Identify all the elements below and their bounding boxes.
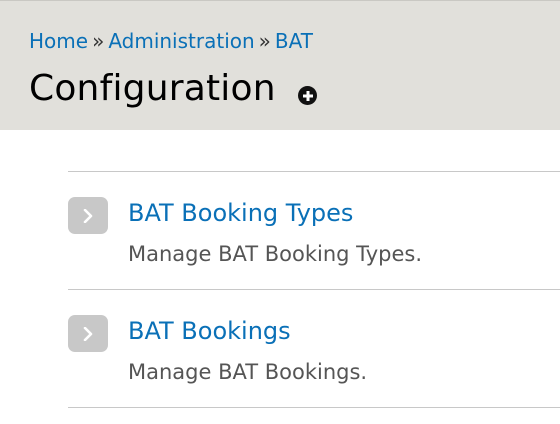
page-header: Home» Administration» BAT Configuration <box>0 0 560 130</box>
list-item: BAT Bookings Manage BAT Bookings. <box>68 290 560 407</box>
list-item-link[interactable]: BAT Bookings <box>128 317 291 345</box>
expand-arrow-button[interactable] <box>68 315 108 352</box>
divider <box>68 407 560 408</box>
expand-arrow-button[interactable] <box>68 197 108 234</box>
breadcrumb-separator: » <box>92 29 105 53</box>
page-title: Configuration <box>29 68 276 109</box>
breadcrumb: Home» Administration» BAT <box>29 29 313 53</box>
add-shortcut-icon[interactable] <box>298 86 317 105</box>
chevron-right-icon <box>83 209 93 223</box>
admin-list: BAT Booking Types Manage BAT Booking Typ… <box>68 171 560 408</box>
chevron-right-icon <box>83 327 93 341</box>
list-item-link[interactable]: BAT Booking Types <box>128 199 353 227</box>
breadcrumb-administration-link[interactable]: Administration <box>108 29 254 53</box>
breadcrumb-bat-link[interactable]: BAT <box>275 29 313 53</box>
breadcrumb-separator: » <box>258 29 271 53</box>
list-item-description: Manage BAT Bookings. <box>128 360 368 384</box>
breadcrumb-home-link[interactable]: Home <box>29 29 88 53</box>
list-item: BAT Booking Types Manage BAT Booking Typ… <box>68 172 560 289</box>
list-item-description: Manage BAT Booking Types. <box>128 242 422 266</box>
